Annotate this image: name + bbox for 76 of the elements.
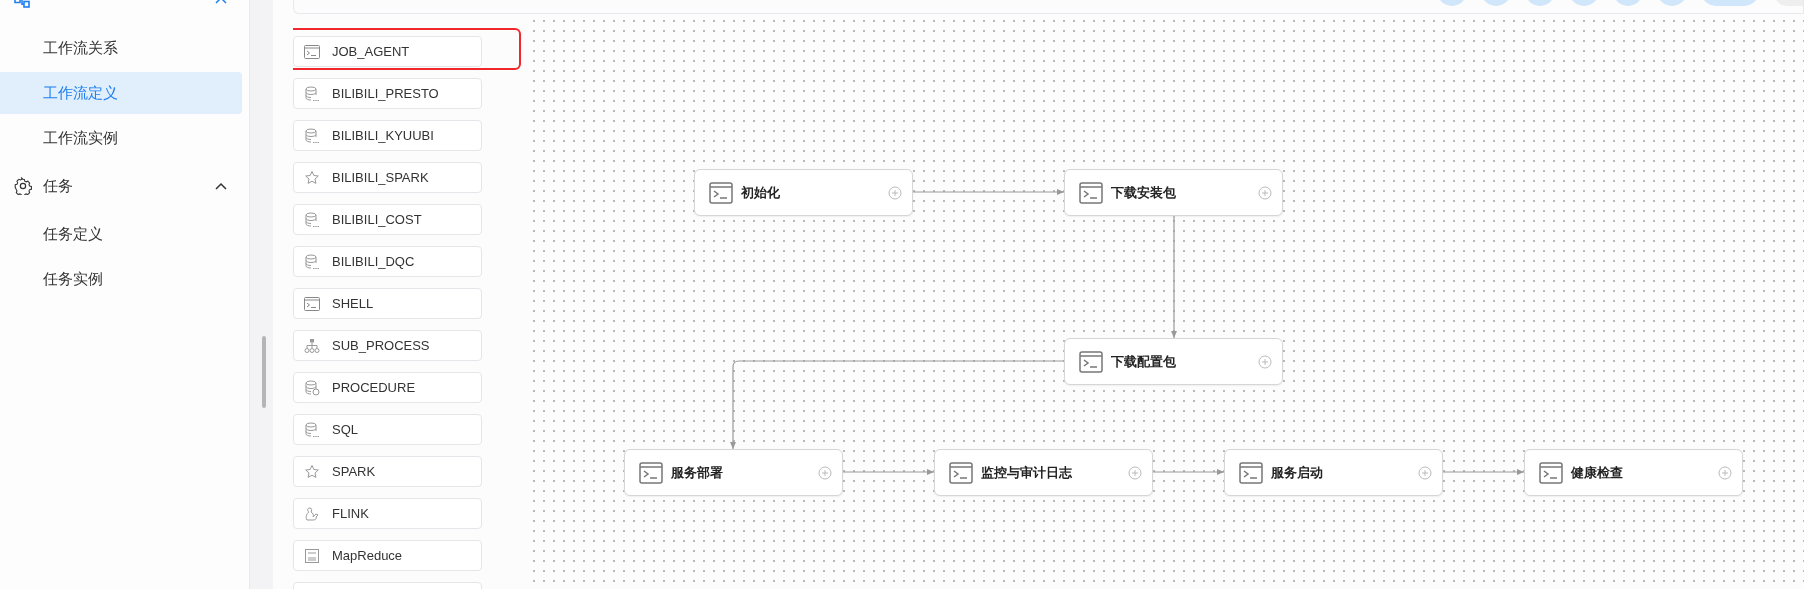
flow-icon [14, 0, 30, 8]
task-type-label: MapReduce [332, 548, 403, 563]
terminal-icon [1079, 181, 1103, 204]
add-icon[interactable] [1718, 465, 1732, 480]
task-type-item[interactable]: SPARK [293, 456, 482, 487]
task-type-item[interactable]: BILIBILI_DQC [293, 246, 482, 277]
terminal-icon [639, 461, 663, 484]
task-type-label: SPARK [332, 464, 376, 479]
hierarchy-icon [304, 337, 320, 354]
task-node-label: 初始化 [741, 183, 781, 202]
terminal-icon [1079, 350, 1103, 373]
add-icon[interactable] [1418, 465, 1432, 480]
task-type-label: BILIBILI_PRESTO [332, 86, 439, 101]
terminal-icon [949, 461, 973, 484]
task-node[interactable]: 初始化 [694, 169, 913, 216]
menu-item[interactable]: 任务实例 [0, 258, 242, 300]
add-icon[interactable] [1258, 354, 1272, 369]
task-type-label: SHELL [332, 296, 374, 311]
add-icon[interactable] [888, 185, 902, 200]
task-node[interactable]: 服务启动 [1224, 449, 1443, 496]
menu-group[interactable]: 任务 [0, 162, 249, 210]
database-icon [304, 85, 320, 102]
task-type-label: FLINK [332, 506, 369, 521]
task-type-item[interactable]: SHELL [293, 288, 482, 319]
database-icon [304, 421, 320, 438]
task-type-item[interactable]: SQL [293, 414, 482, 445]
star-icon [304, 463, 320, 480]
task-type-item[interactable]: BILIBILI_SPARK [293, 162, 482, 193]
chevron-up-icon[interactable] [215, 182, 227, 190]
task-type-label: JOB_AGENT [332, 44, 410, 59]
add-icon[interactable] [1128, 465, 1142, 480]
document-icon [304, 547, 320, 564]
task-type-label: SQL [332, 422, 358, 437]
task-type-item[interactable]: FLINK [293, 498, 482, 529]
task-type-item[interactable]: BILIBILI_KYUUBI [293, 120, 482, 151]
terminal-icon [709, 181, 733, 204]
database-icon [304, 211, 320, 228]
task-type-label: BILIBILI_COST [332, 212, 422, 227]
task-type-item[interactable]: PROCEDURE [293, 372, 482, 403]
task-node-label: 服务部署 [671, 463, 724, 482]
task-node-label: 健康检查 [1571, 463, 1624, 482]
task-type-item[interactable]: SUB_PROCESS [293, 330, 482, 361]
star-icon [304, 169, 320, 186]
task-type-item[interactable]: BILIBILI_COST [293, 204, 482, 235]
task-node[interactable]: 下载配置包 [1064, 338, 1283, 385]
task-type-label: BILIBILI_KYUUBI [332, 128, 434, 143]
terminal-icon [304, 44, 320, 59]
menu-item[interactable]: 工作流实例 [0, 117, 242, 159]
task-type-item[interactable]: JOB_AGENT [293, 36, 482, 67]
task-type-label: PROCEDURE [332, 380, 416, 395]
add-icon[interactable] [1258, 185, 1272, 200]
menu-item[interactable]: 工作流关系 [0, 27, 242, 69]
menu-item[interactable]: 任务定义 [0, 213, 242, 255]
task-node-label: 下载安装包 [1111, 183, 1177, 202]
task-node-label: 服务启动 [1271, 463, 1324, 482]
database-icon [304, 379, 320, 396]
task-type-item[interactable]: MapReduce [293, 540, 482, 571]
task-node[interactable]: 健康检查 [1524, 449, 1743, 496]
scrollbar-thumb[interactable] [262, 336, 266, 408]
settings-icon [14, 177, 32, 195]
task-node[interactable]: 监控与审计日志 [934, 449, 1153, 496]
task-node[interactable]: 服务部署 [624, 449, 843, 496]
terminal-icon [1539, 461, 1563, 484]
terminal-icon [304, 296, 320, 311]
database-icon [304, 127, 320, 144]
database-icon [304, 253, 320, 270]
terminal-icon [1239, 461, 1263, 484]
task-type-label: BILIBILI_SPARK [332, 170, 429, 185]
menu-group-label: 任务 [43, 176, 74, 196]
task-node-label: 监控与审计日志 [981, 463, 1073, 482]
task-node-label: 下载配置包 [1111, 352, 1177, 371]
task-type-item[interactable]: BILIBILI_PRESTO [293, 78, 482, 109]
task-type-label: BILIBILI_DQC [332, 254, 415, 269]
task-node[interactable]: 下载安装包 [1064, 169, 1283, 216]
task-type-label: SUB_PROCESS [332, 338, 430, 353]
add-icon[interactable] [818, 465, 832, 480]
